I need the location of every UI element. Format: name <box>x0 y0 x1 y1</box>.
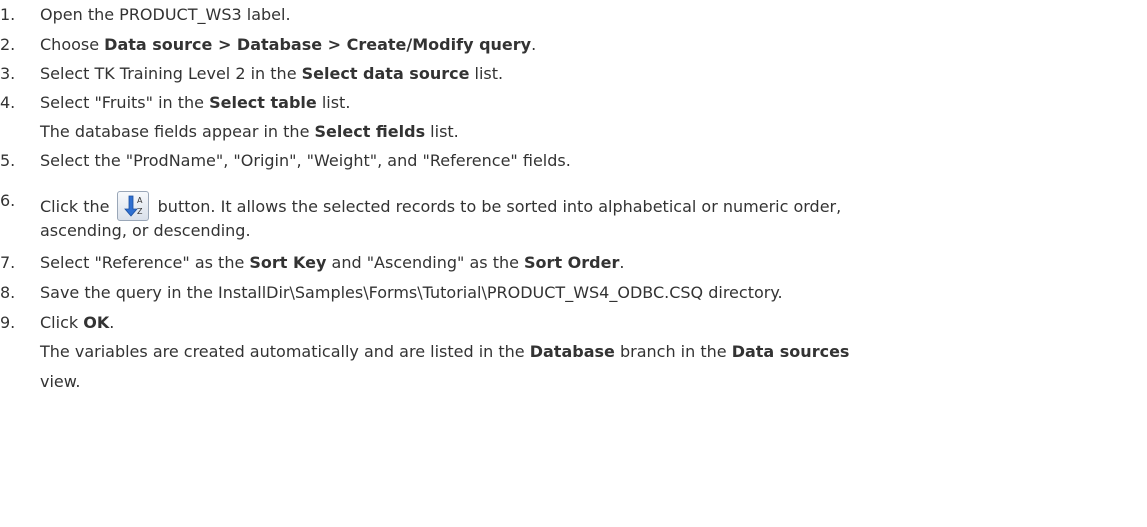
step-number: 3. <box>0 64 16 83</box>
step-text: Select TK Training Level 2 in the Select… <box>40 64 504 83</box>
ui-term: Data sources <box>731 342 850 361</box>
step-text: Open the PRODUCT_WS3 label. <box>40 5 291 24</box>
step-number: 2. <box>0 35 16 54</box>
menu-path: Data source > Database > Create/Modify q… <box>104 35 532 54</box>
step-number: 6. <box>0 191 16 210</box>
step-9-note: The variables are created automatically … <box>40 342 850 361</box>
step-text: Click OK. <box>40 313 115 332</box>
step-text: Click the AZ button. It allows the selec… <box>40 191 1140 221</box>
step-number: 5. <box>0 151 16 170</box>
svg-text:A: A <box>137 196 143 205</box>
step-text: Select "Fruits" in the Select table list… <box>40 93 351 112</box>
step-number: 8. <box>0 283 16 302</box>
ui-term: Database <box>529 342 615 361</box>
ui-term: Select fields <box>314 122 426 141</box>
step-4-note: The database fields appear in the Select… <box>40 122 459 141</box>
ui-term: OK <box>83 313 110 332</box>
ui-term: Sort Order <box>524 253 620 272</box>
ui-term: Select data source <box>301 64 470 83</box>
step-text: Choose Data source > Database > Create/M… <box>40 35 537 54</box>
ui-term: Select table <box>209 93 317 112</box>
step-number: 7. <box>0 253 16 272</box>
step-number: 4. <box>0 93 16 112</box>
step-6-continuation: ascending, or descending. <box>40 221 251 240</box>
step-number: 1. <box>0 5 16 24</box>
svg-text:Z: Z <box>137 207 143 216</box>
ui-term: Sort Key <box>249 253 327 272</box>
step-text: Select "Reference" as the Sort Key and "… <box>40 253 625 272</box>
instruction-document: 1. Open the PRODUCT_WS3 label. 2. Choose… <box>0 0 1147 527</box>
step-text: Select the "ProdName", "Origin", "Weight… <box>40 151 571 170</box>
sort-az-icon[interactable]: AZ <box>116 191 149 221</box>
step-9-note-continuation: view. <box>40 372 81 391</box>
step-number: 9. <box>0 313 16 332</box>
step-text: Save the query in the InstallDir\Samples… <box>40 283 783 302</box>
